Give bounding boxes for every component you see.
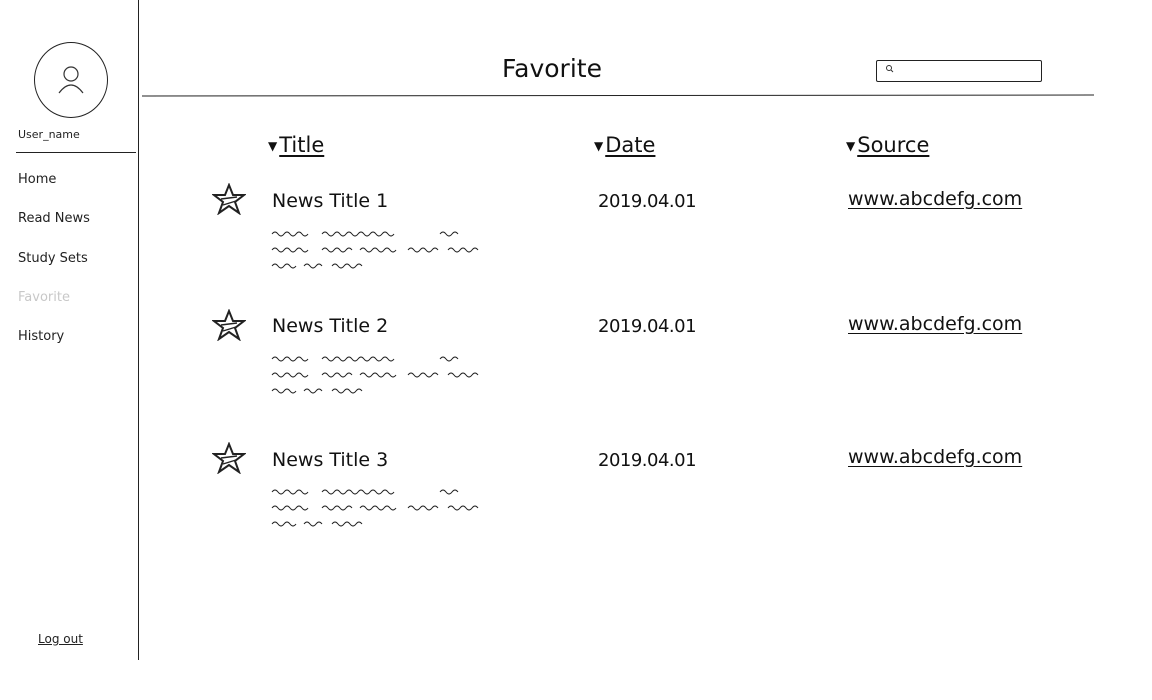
header-divider <box>141 94 1095 97</box>
search-input[interactable] <box>899 62 1039 80</box>
news-source-link[interactable]: www.abcdefg.com <box>848 313 1022 335</box>
username: User_name <box>18 128 80 141</box>
sidebar-item-favorite[interactable]: Favorite <box>18 290 70 305</box>
sort-down-icon: ▼ <box>594 139 604 153</box>
text-placeholder <box>271 356 479 394</box>
sidebar-item-home[interactable]: Home <box>18 172 56 187</box>
column-header-source[interactable]: ▼Source <box>846 133 929 157</box>
star-icon[interactable] <box>212 309 246 341</box>
search-box[interactable] <box>876 60 1042 82</box>
column-header-title-label: Title <box>279 133 325 157</box>
avatar[interactable] <box>34 42 108 118</box>
text-placeholder <box>271 489 479 527</box>
star-icon[interactable] <box>212 442 246 474</box>
news-title[interactable]: News Title 2 <box>272 315 388 337</box>
page-title: Favorite <box>502 54 602 83</box>
logout-link[interactable]: Log out <box>38 632 83 646</box>
sidebar-divider <box>16 152 136 153</box>
user-avatar-icon <box>58 66 84 94</box>
news-title[interactable]: News Title 1 <box>272 190 388 212</box>
column-header-date-label: Date <box>605 133 656 157</box>
news-date: 2019.04.01 <box>598 450 697 471</box>
text-placeholder <box>271 231 479 269</box>
sidebar: User_name Home Read News Study Sets Favo… <box>0 0 139 660</box>
news-date: 2019.04.01 <box>598 316 697 337</box>
column-header-title[interactable]: ▼Title <box>268 133 324 157</box>
sort-down-icon: ▼ <box>268 139 278 153</box>
column-header-date[interactable]: ▼Date <box>594 133 655 157</box>
star-icon[interactable] <box>212 183 246 215</box>
news-source-link[interactable]: www.abcdefg.com <box>848 446 1022 468</box>
sidebar-item-study-sets[interactable]: Study Sets <box>18 251 88 266</box>
news-title[interactable]: News Title 3 <box>272 449 388 471</box>
sidebar-item-read-news[interactable]: Read News <box>18 211 90 226</box>
news-source-link[interactable]: www.abcdefg.com <box>848 188 1022 210</box>
search-icon[interactable] <box>885 63 895 75</box>
news-date: 2019.04.01 <box>598 191 697 212</box>
sidebar-item-history[interactable]: History <box>18 329 64 344</box>
sort-down-icon: ▼ <box>846 139 856 153</box>
column-header-source-label: Source <box>857 133 930 157</box>
